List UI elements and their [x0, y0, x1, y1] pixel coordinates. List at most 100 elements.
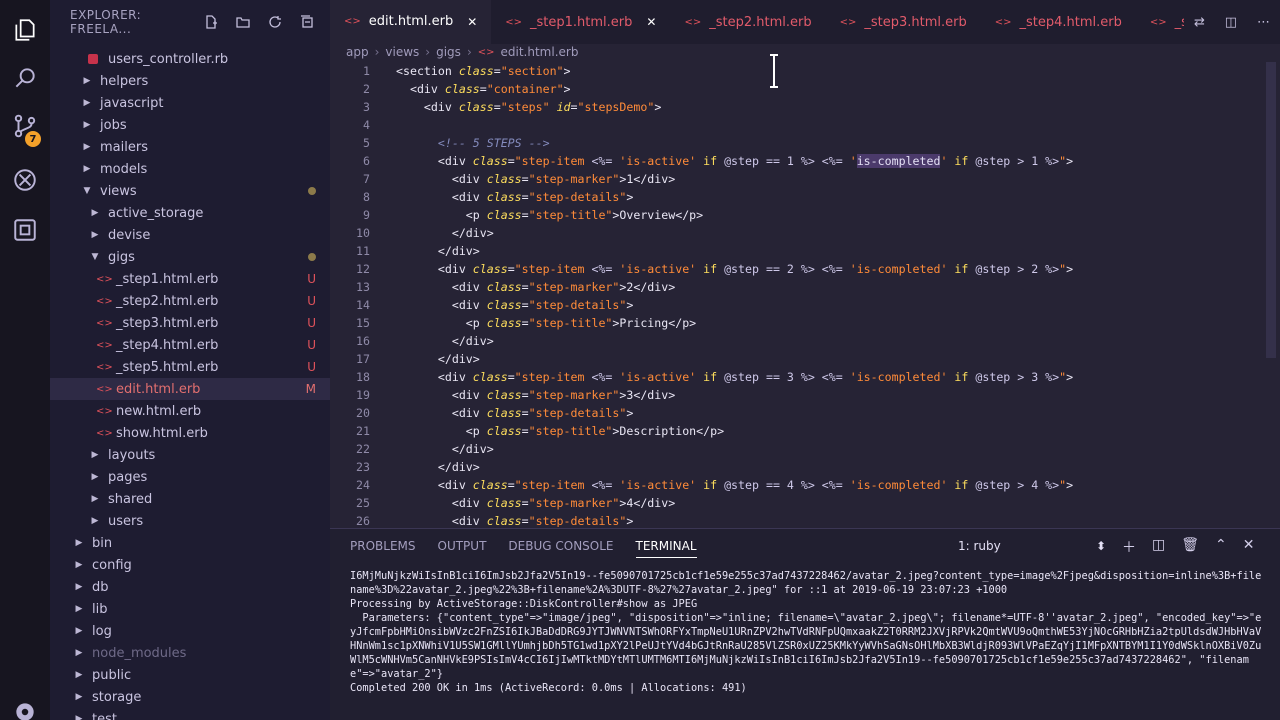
code-line: 12 <div class="step-item <%= 'is-active'… [330, 260, 1280, 278]
trash-icon[interactable]: 🗑 [1181, 537, 1199, 557]
token: = [507, 478, 515, 492]
token: 'is-completed' [849, 262, 948, 276]
folder-item[interactable]: ▼ views [50, 180, 330, 202]
explorer-sidebar: registrations_controller.rbusers_control… [50, 0, 330, 720]
token: class [458, 100, 494, 114]
search-icon[interactable] [0, 56, 50, 100]
folder-item[interactable]: ▶ jobs [50, 114, 330, 136]
remote-icon[interactable] [0, 208, 50, 252]
folder-item[interactable]: ▶ public [50, 664, 330, 686]
folder-item[interactable]: ▶ models [50, 158, 330, 180]
extensions-icon[interactable] [0, 158, 50, 202]
editor-scrollbar[interactable] [1266, 62, 1276, 358]
refresh-icon[interactable] [266, 13, 284, 31]
token: > [1066, 262, 1074, 276]
code-editor[interactable]: 1 <section class="section"> 2 <div class="… [330, 62, 1280, 527]
line-code: </div> [396, 440, 494, 458]
file-item[interactable]: <> _step4.html.erb U [50, 334, 330, 356]
tab-5[interactable]: <> _step4.html.erb [981, 0, 1136, 44]
split-editor-icon[interactable]: ◫ [1225, 15, 1237, 30]
panel-tab-terminal[interactable]: TERMINAL [635, 539, 697, 558]
file-item[interactable]: <> _step5.html.erb U [50, 356, 330, 378]
token: class [486, 280, 522, 294]
line-number: 6 [363, 154, 370, 168]
panel-tab-problems[interactable]: PROBLEMS [350, 539, 416, 558]
tab-1[interactable]: <> edit.html.erb ✕ [330, 0, 492, 44]
file-label: models [100, 161, 148, 177]
close-panel-icon[interactable]: ✕ [1243, 537, 1255, 557]
token: </div> [396, 244, 480, 258]
token: > [654, 100, 662, 114]
folder-item[interactable]: ▶ layouts [50, 444, 330, 466]
new-file-icon[interactable] [202, 13, 220, 31]
file-item[interactable]: <> new.html.erb [50, 400, 330, 422]
breadcrumb-item[interactable]: gigs [436, 45, 461, 59]
file-item[interactable]: <> _step1.html.erb U [50, 268, 330, 290]
breadcrumb-item[interactable]: views [385, 45, 419, 59]
tab-3[interactable]: <> _step2.html.erb [670, 0, 825, 44]
compare-icon[interactable]: ⇄ [1194, 15, 1205, 30]
folder-item[interactable]: ▶ node_modules [50, 642, 330, 664]
token: = [493, 100, 501, 114]
explorer-title: EXPLORER: FREELA... [70, 8, 142, 36]
chevron-right-icon: › [374, 45, 380, 59]
folder-item[interactable]: ▶ javascript [50, 92, 330, 114]
close-icon[interactable]: ✕ [646, 15, 656, 29]
line-number: 13 [356, 280, 370, 294]
code-line: 23 </div> [330, 458, 1280, 476]
settings-icon[interactable] [0, 690, 50, 720]
breadcrumb-item[interactable]: edit.html.erb [501, 45, 579, 59]
panel-tab-output[interactable]: OUTPUT [438, 539, 487, 558]
folder-item[interactable]: ▶ shared [50, 488, 330, 510]
token: if [696, 478, 725, 492]
folder-item[interactable]: ▶ db [50, 576, 330, 598]
collapse-all-icon[interactable] [298, 13, 316, 31]
more-actions-icon[interactable]: ⋯ [1257, 15, 1270, 30]
file-item[interactable]: <> edit.html.erb M [50, 378, 330, 400]
token: 'is-active' [619, 262, 697, 276]
folder-item[interactable]: ▶ pages [50, 466, 330, 488]
tab-2[interactable]: <> _step1.html.erb ✕ [491, 0, 670, 44]
maximize-panel-icon[interactable]: ⌃ [1215, 537, 1227, 557]
line-code: <div class="step-item <%= 'is-active' if… [396, 260, 1073, 278]
token: 'is-active' [619, 154, 697, 168]
add-terminal-icon[interactable]: ＋ [1122, 537, 1136, 557]
line-code: <!-- 5 STEPS --> [396, 134, 550, 152]
token: >3</div> [619, 388, 676, 402]
folder-item[interactable]: ▼ gigs [50, 246, 330, 268]
folder-item[interactable]: ▶ mailers [50, 136, 330, 158]
token: "stepsDemo" [577, 100, 655, 114]
code-line: 25 <div class="step-marker">4</div> [330, 494, 1280, 512]
folder-item[interactable]: ▶ bin [50, 532, 330, 554]
folder-item[interactable]: ▶ storage [50, 686, 330, 708]
new-folder-icon[interactable] [234, 13, 252, 31]
close-icon[interactable]: ✕ [467, 15, 477, 29]
terminal-output[interactable]: I6MjMuNjkzWiIsInB1ciI6ImJsb2Jfa2V5In19--… [350, 569, 1266, 695]
folder-item[interactable]: ▶ users [50, 510, 330, 532]
file-item[interactable]: users_controller.rb [50, 48, 330, 70]
terminal-select[interactable]: 1: ruby ⬍ [958, 539, 1106, 553]
token: "step-marker" [528, 280, 620, 294]
file-label: views [100, 183, 137, 199]
line-code: <div class="step-item <%= 'is-active' if… [396, 368, 1073, 386]
token: @step > 2 %> [975, 262, 1060, 276]
file-item[interactable]: <> _step3.html.erb U [50, 312, 330, 334]
folder-item[interactable]: ▶ devise [50, 224, 330, 246]
folder-item[interactable]: ▶ helpers [50, 70, 330, 92]
folder-item[interactable]: ▶ log [50, 620, 330, 642]
token: > [626, 406, 634, 420]
erb-file-icon: <> [96, 295, 113, 307]
panel-tab-debug-console[interactable]: DEBUG CONSOLE [508, 539, 613, 558]
breadcrumb-item[interactable]: app [346, 45, 369, 59]
folder-item[interactable]: ▶ test [50, 708, 330, 720]
file-item[interactable]: <> show.html.erb [50, 422, 330, 444]
token: if [947, 478, 976, 492]
tab-4[interactable]: <> _step3.html.erb [826, 0, 981, 44]
folder-item[interactable]: ▶ config [50, 554, 330, 576]
explorer-icon[interactable] [0, 8, 50, 52]
folder-item[interactable]: ▶ lib [50, 598, 330, 620]
folder-item[interactable]: ▶ active_storage [50, 202, 330, 224]
split-terminal-icon[interactable]: ◫ [1152, 537, 1165, 557]
file-item[interactable]: <> _step2.html.erb U [50, 290, 330, 312]
token: = [521, 388, 529, 402]
